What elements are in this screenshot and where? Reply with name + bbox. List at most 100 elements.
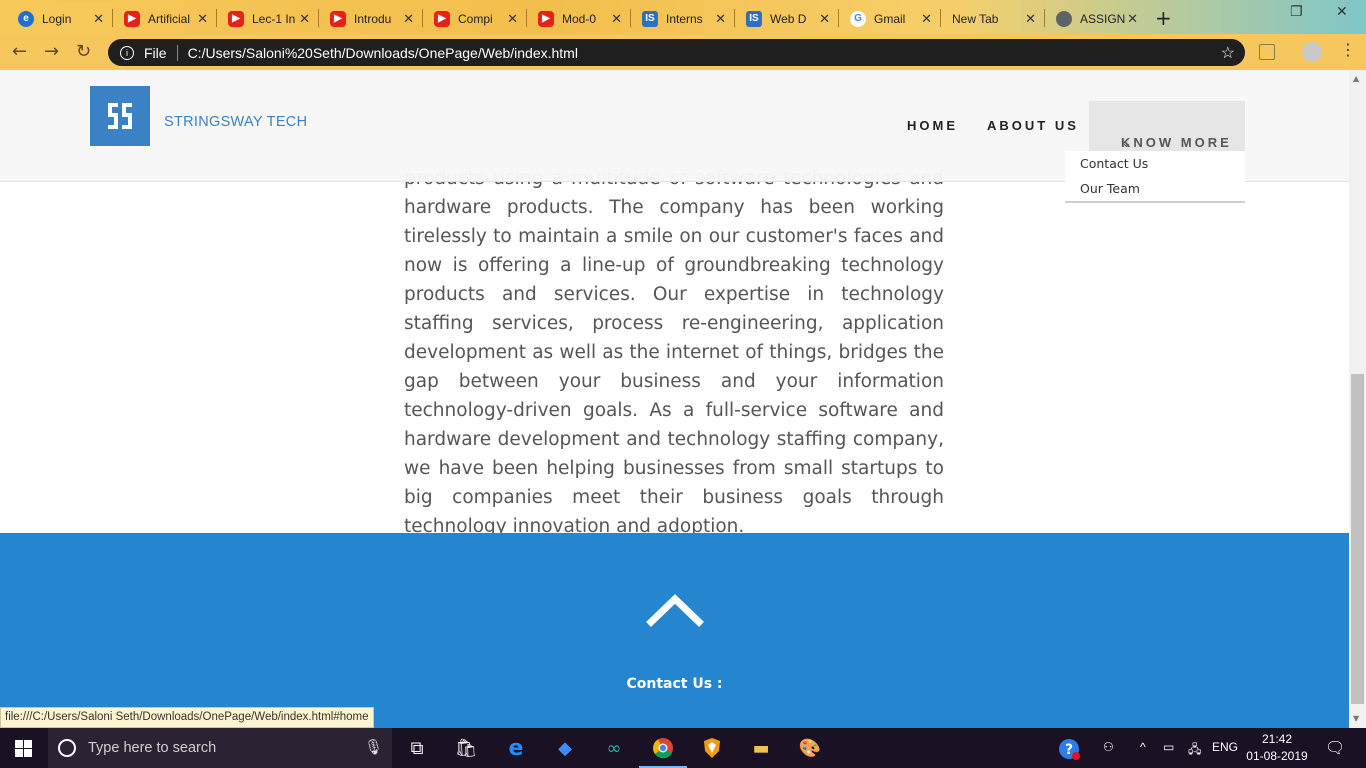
nav-about-link[interactable]: ABOUT US <box>987 118 1079 133</box>
tab-separator <box>216 9 217 27</box>
about-paragraph: products using a multitude of software t… <box>404 168 944 537</box>
close-icon[interactable]: ✕ <box>715 11 726 27</box>
help-icon[interactable]: ? <box>1058 738 1080 763</box>
address-bar[interactable]: i File C:/Users/Saloni%20Seth/Downloads/… <box>108 39 1245 66</box>
edge-taskbar-icon[interactable]: e <box>504 736 528 761</box>
tab-separator <box>112 9 113 27</box>
footer-contact-heading: Contact Us : <box>626 676 723 692</box>
address-url[interactable]: C:/Users/Saloni%20Seth/Downloads/OnePage… <box>188 45 578 61</box>
browser-menu-icon[interactable]: ⋮ <box>1340 40 1356 59</box>
tab-separator <box>838 9 839 27</box>
tray-chevron-up-icon[interactable]: ^ <box>1140 740 1146 754</box>
tab-separator <box>422 9 423 27</box>
new-tab-button[interactable]: + <box>1155 6 1172 30</box>
browser-tab[interactable]: ▶ Compi ✕ <box>426 3 526 34</box>
page-scrollbar[interactable]: ▲ ▼ <box>1349 70 1366 728</box>
edge-icon: e <box>18 10 34 27</box>
page-viewport: products using a multitude of software t… <box>0 70 1349 728</box>
brave-icon[interactable] <box>700 736 724 760</box>
nav-know-more-label: KNOW MORE <box>1121 135 1232 150</box>
bookmark-star-icon[interactable]: ☆ <box>1221 43 1235 63</box>
windows-start-icon[interactable] <box>15 740 32 757</box>
taskbar-clock[interactable]: 21:42 01-08-2019 <box>1246 731 1308 765</box>
taskbar-search-box[interactable]: Type here to search 🎙 <box>48 728 392 768</box>
browser-tab[interactable]: ▶ Introdu ✕ <box>322 3 422 34</box>
youtube-icon: ▶ <box>434 10 450 27</box>
browser-tab[interactable]: New Tab ✕ <box>944 3 1044 34</box>
browser-tab[interactable]: G Gmail ✕ <box>842 3 940 34</box>
info-icon[interactable]: i <box>120 45 134 60</box>
know-more-dropdown-menu: Contact Us Our Team <box>1065 151 1245 203</box>
close-icon[interactable]: ✕ <box>403 11 414 27</box>
close-icon[interactable]: ✕ <box>611 11 622 27</box>
windows-taskbar: Type here to search 🎙 ⧉ 🛍 e ◆ ∞ ▬ 🎨 ? ⚇ … <box>0 728 1366 768</box>
close-icon[interactable]: ✕ <box>921 11 932 27</box>
network-icon[interactable]: 🖧 <box>1188 740 1201 761</box>
google-icon: G <box>850 10 866 27</box>
chevron-down-icon: ⌄ <box>1121 135 1132 150</box>
close-icon[interactable]: ✕ <box>819 11 830 27</box>
microphone-icon[interactable]: 🎙 <box>364 738 383 756</box>
browser-tab[interactable]: ▶ Artificial ✕ <box>116 3 216 34</box>
close-icon[interactable]: ✕ <box>197 11 208 27</box>
back-arrow-icon[interactable]: ← <box>12 41 27 62</box>
globe-icon <box>1056 10 1072 27</box>
address-separator <box>176 44 178 61</box>
tab-separator <box>734 9 735 27</box>
chrome-taskbar-icon[interactable] <box>651 736 675 760</box>
close-window-icon[interactable]: ✕ <box>1336 4 1348 20</box>
nav-know-more-dropdown[interactable]: KNOW MORE ⌄ <box>1089 101 1245 151</box>
cortana-icon <box>58 739 76 757</box>
tab-separator <box>1044 9 1045 27</box>
browser-tab[interactable]: IS Web D ✕ <box>738 3 838 34</box>
dropbox-icon[interactable]: ◆ <box>553 736 577 760</box>
scroll-up-arrow-icon[interactable]: ▲ <box>1353 74 1359 83</box>
address-scheme-label: File <box>144 44 167 61</box>
close-icon[interactable]: ✕ <box>299 11 310 27</box>
language-indicator[interactable]: ENG <box>1212 740 1238 754</box>
close-icon[interactable]: ✕ <box>93 11 104 27</box>
nav-home-link[interactable]: HOME <box>907 118 958 133</box>
browser-tab[interactable]: ▶ Mod-0 ✕ <box>530 3 630 34</box>
forward-arrow-icon[interactable]: → <box>44 41 59 62</box>
paint-icon[interactable]: 🎨 <box>798 736 822 760</box>
close-icon[interactable]: ✕ <box>1127 11 1138 27</box>
scroll-to-top-chevron-icon[interactable] <box>646 593 704 627</box>
brand-logo[interactable] <box>90 86 150 146</box>
browser-tab[interactable]: ▶ Lec-1 In ✕ <box>220 3 318 34</box>
internshala-icon: IS <box>746 10 762 27</box>
people-icon[interactable]: ⚇ <box>1103 740 1114 754</box>
browser-tab-strip: e Login ✕ ▶ Artificial ✕ ▶ Lec-1 In ✕ ▶ … <box>0 0 1366 34</box>
browser-tab[interactable]: ASSIGN ✕ <box>1048 3 1146 34</box>
clock-date: 01-08-2019 <box>1246 749 1308 763</box>
browser-tab[interactable]: IS Interns ✕ <box>634 3 734 34</box>
tab-separator <box>630 9 631 27</box>
battery-icon[interactable]: ▭ <box>1163 740 1174 754</box>
dropdown-item-contact-us[interactable]: Contact Us <box>1080 156 1148 171</box>
close-icon[interactable]: ✕ <box>1025 11 1036 27</box>
tab-separator <box>318 9 319 27</box>
youtube-icon: ▶ <box>330 10 346 27</box>
dropdown-item-our-team[interactable]: Our Team <box>1080 181 1140 196</box>
store-icon[interactable]: 🛍 <box>454 736 478 760</box>
browser-tab[interactable]: e Login ✕ <box>10 3 112 34</box>
file-explorer-icon[interactable]: ▬ <box>749 736 773 760</box>
restore-window-icon[interactable]: ❐ <box>1290 4 1303 20</box>
arduino-icon[interactable]: ∞ <box>602 736 626 760</box>
youtube-icon: ▶ <box>538 10 554 27</box>
notification-icon[interactable]: 🗨 <box>1325 738 1345 758</box>
clock-time: 21:42 <box>1261 732 1293 746</box>
extension-icon[interactable] <box>1259 44 1275 60</box>
scrollbar-thumb[interactable] <box>1351 374 1364 704</box>
close-icon[interactable]: ✕ <box>507 11 518 27</box>
internshala-icon: IS <box>642 10 658 27</box>
site-footer: Contact Us : <box>0 533 1349 728</box>
tab-separator <box>526 9 527 27</box>
brand-name[interactable]: STRINGSWAY TECH <box>164 114 307 130</box>
reload-icon[interactable]: ↻ <box>76 41 91 62</box>
browser-toolbar: ← → ↻ i File C:/Users/Saloni%20Seth/Down… <box>0 34 1366 70</box>
task-view-icon[interactable]: ⧉ <box>405 736 429 760</box>
scroll-down-arrow-icon[interactable]: ▼ <box>1353 714 1359 723</box>
youtube-icon: ▶ <box>228 10 244 27</box>
profile-avatar-icon[interactable] <box>1302 42 1322 62</box>
